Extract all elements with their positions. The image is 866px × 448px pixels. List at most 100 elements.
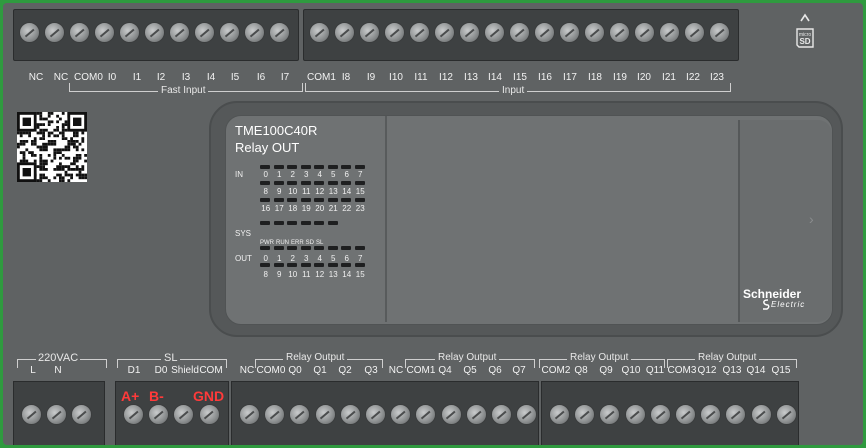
status-led: [354, 181, 365, 185]
top-terminal-label: I17: [563, 72, 577, 83]
bottom-terminal-label: N: [54, 365, 62, 376]
terminal-screw[interactable]: [44, 22, 65, 43]
terminal-screw[interactable]: [21, 404, 42, 425]
terminal-screw[interactable]: [559, 22, 580, 43]
led-number: 10: [288, 270, 298, 279]
terminal-screw[interactable]: [194, 22, 215, 43]
led-number: 12: [315, 187, 325, 196]
terminal-screw[interactable]: [675, 404, 696, 425]
led-number: 12: [315, 270, 325, 279]
model-type: Relay OUT: [235, 140, 300, 155]
plc-device: NC NC COM0 I0 I1 I2 I3 I4 I5 I6 I7 COM1 I8 I9 I10 I11 I1…: [3, 3, 863, 445]
status-led: [354, 263, 365, 267]
terminal-screw[interactable]: [359, 22, 380, 43]
terminal-screw[interactable]: [244, 22, 265, 43]
terminal-screw[interactable]: [384, 22, 405, 43]
status-led: [260, 221, 270, 225]
terminal-screw[interactable]: [684, 22, 705, 43]
status-led: [314, 181, 324, 185]
led-number: 22: [342, 204, 352, 213]
top-terminal-label: COM1: [307, 72, 336, 83]
top-terminal-label: I5: [230, 72, 240, 83]
terminal-screw[interactable]: [219, 22, 240, 43]
led-number: 3: [304, 170, 309, 179]
top-terminal-label: I18: [588, 72, 602, 83]
annotation-gnd: GND: [193, 388, 225, 404]
top-terminal-label: I15: [513, 72, 527, 83]
status-led: [327, 263, 338, 267]
led-number: 20: [315, 204, 325, 213]
led-number: 6: [344, 254, 349, 263]
terminal-screw[interactable]: [484, 22, 505, 43]
terminal-screw[interactable]: [634, 22, 655, 43]
terminal-screw[interactable]: [649, 404, 671, 425]
led-number: 15: [355, 187, 365, 196]
terminal-screw[interactable]: [549, 404, 570, 425]
led-number-row: 16 17 18 19 20 21 22 23: [259, 204, 367, 213]
led-row: [260, 246, 368, 250]
top-terminal-label: I20: [637, 72, 651, 83]
terminal-screw[interactable]: [434, 22, 455, 43]
terminal-screw[interactable]: [409, 22, 430, 43]
bottom-terminal-label: Q15: [771, 365, 791, 376]
status-led: [327, 198, 338, 202]
status-led: [327, 181, 338, 185]
terminal-screw[interactable]: [440, 404, 462, 425]
terminal-screw[interactable]: [624, 404, 646, 425]
bottom-terminal-label: COM: [199, 365, 223, 376]
led-number: 1: [277, 170, 282, 179]
terminal-screw[interactable]: [69, 22, 90, 43]
led-number: 13: [328, 270, 338, 279]
terminal-screw[interactable]: [750, 404, 772, 425]
microsd-icon: micro SD: [796, 13, 814, 48]
status-led: [287, 263, 297, 267]
top-terminal-label: I11: [414, 72, 428, 83]
led-number: 4: [317, 170, 322, 179]
led-number: 11: [302, 187, 311, 196]
input-label: Input: [499, 85, 528, 96]
terminal-screw[interactable]: [123, 404, 144, 425]
fast-input-label: Fast Input: [158, 85, 209, 96]
terminal-screw[interactable]: [169, 22, 190, 43]
terminal-screw[interactable]: [339, 404, 361, 425]
status-led: [314, 263, 324, 267]
terminal-screw[interactable]: [198, 404, 220, 425]
terminal-screw[interactable]: [314, 404, 336, 425]
led-row: [260, 263, 368, 267]
terminal-screw[interactable]: [144, 22, 165, 43]
led-number: 8: [263, 187, 268, 196]
status-led: [273, 246, 284, 250]
status-led: [273, 181, 284, 185]
status-led: [260, 246, 270, 250]
terminal-screw[interactable]: [775, 404, 797, 425]
led-number: 16: [261, 204, 271, 213]
status-led: [260, 263, 270, 267]
status-led: [287, 198, 297, 202]
top-terminal-label: I14: [488, 72, 502, 83]
terminal-screw[interactable]: [334, 22, 355, 43]
led-number: 7: [358, 254, 363, 263]
led-number: 8: [263, 270, 268, 279]
terminal-screw[interactable]: [609, 22, 630, 43]
status-led: [327, 221, 338, 225]
terminal-screw[interactable]: [309, 22, 330, 43]
terminal-screw[interactable]: [94, 22, 115, 43]
terminal-screw[interactable]: [365, 404, 386, 425]
terminal-screw[interactable]: [491, 404, 512, 425]
terminal-screw[interactable]: [19, 22, 40, 43]
terminal-screw[interactable]: [584, 22, 605, 43]
terminal-screw[interactable]: [509, 22, 530, 43]
led-number: 2: [290, 170, 295, 179]
terminal-screw[interactable]: [709, 22, 730, 43]
terminal-screw[interactable]: [119, 22, 140, 43]
terminal-screw[interactable]: [269, 22, 290, 43]
terminal-screw[interactable]: [534, 22, 555, 43]
terminal-screw[interactable]: [659, 22, 680, 43]
led-number: 5: [331, 170, 336, 179]
model-name: TME100C40R: [235, 123, 318, 138]
led-number: 6: [344, 170, 349, 179]
status-led: [354, 198, 365, 202]
terminal-screw[interactable]: [465, 404, 487, 425]
terminal-screw[interactable]: [459, 22, 480, 43]
terminal-screw[interactable]: [239, 404, 260, 425]
